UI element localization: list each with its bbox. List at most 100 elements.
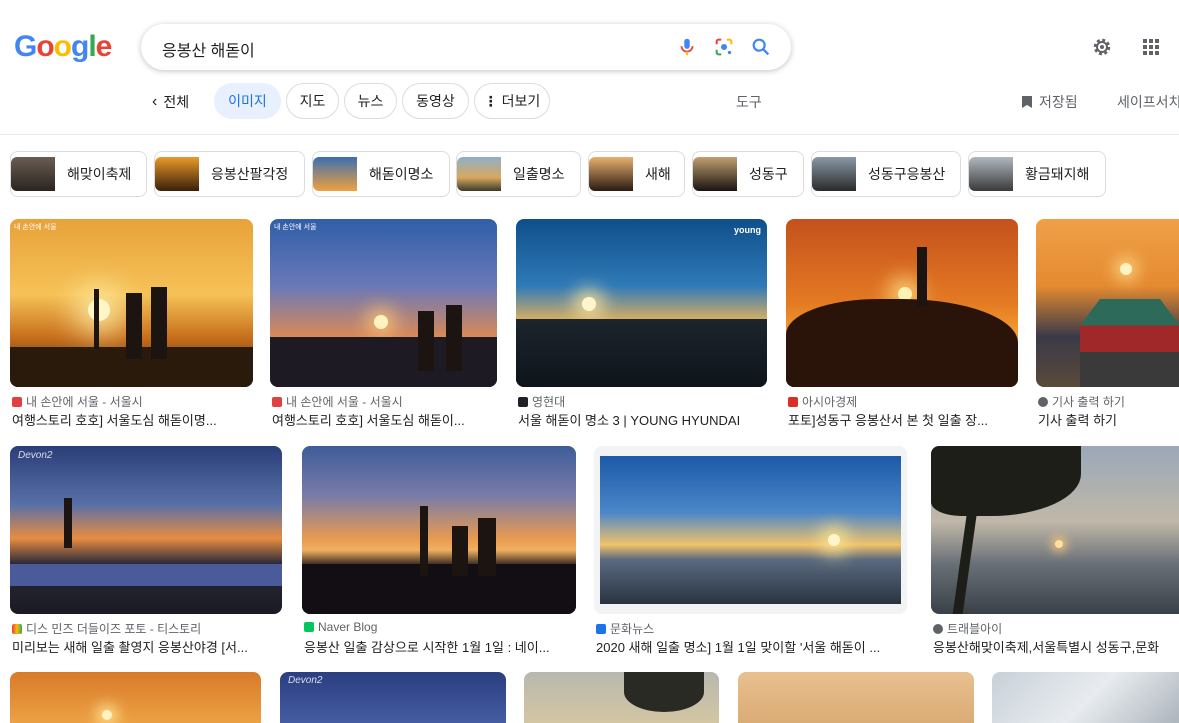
result-image[interactable]: 내 손안에 서울 xyxy=(270,219,497,387)
result-image[interactable]: Devon2 xyxy=(280,672,506,723)
result-image[interactable] xyxy=(10,672,261,723)
mic-icon[interactable] xyxy=(676,36,698,58)
site-favicon xyxy=(596,623,606,634)
image-result[interactable]: Naver Blog 응봉산 일출 감상으로 시작한 1월 1일 : 네이... xyxy=(302,446,576,656)
source-overlay: 내 손안에 서울 xyxy=(14,224,57,231)
image-result[interactable] xyxy=(10,672,261,723)
result-title[interactable]: 2020 새해 일출 명소] 1월 1일 맞이할 '서울 해돋이 ... xyxy=(596,637,909,656)
result-title[interactable]: 응봉산 일출 감상으로 시작한 1월 1일 : 네이... xyxy=(304,637,578,656)
result-title[interactable]: 응봉산해맞이축제,서울특별시 성동구,문화 xyxy=(933,637,1179,656)
related-thumbnail xyxy=(693,157,737,191)
image-result[interactable] xyxy=(992,672,1179,723)
result-source: 아시아경제 xyxy=(788,393,857,410)
tower-silhouette xyxy=(420,506,428,576)
image-result[interactable]: 트래블아이 응봉산해맞이축제,서울특별시 성동구,문화 xyxy=(931,446,1179,656)
tab-images[interactable]: 이미지 xyxy=(214,83,281,119)
image-result[interactable]: 문화뉴스 2020 새해 일출 명소] 1월 1일 맞이할 '서울 해돋이 ..… xyxy=(594,446,907,656)
related-chip[interactable]: 성동구 xyxy=(692,151,804,197)
search-icon[interactable] xyxy=(750,36,772,58)
related-chip[interactable]: 응봉산팔각정 xyxy=(154,151,305,197)
safesearch-button[interactable]: 세이프서치 xyxy=(1117,92,1179,112)
hill-silhouette xyxy=(786,299,1018,387)
related-chip[interactable]: 일출명소 xyxy=(456,151,581,197)
building-silhouette xyxy=(418,311,434,371)
result-image[interactable] xyxy=(786,219,1018,387)
result-image[interactable]: young xyxy=(516,219,767,387)
tools-button[interactable]: 도구 xyxy=(736,92,762,112)
tab-news[interactable]: 뉴스 xyxy=(344,83,397,119)
related-chip[interactable]: 해돋이명소 xyxy=(312,151,450,197)
result-title[interactable]: 미리보는 새해 일출 촬영지 응봉산야경 [서... xyxy=(12,637,284,656)
skyline-silhouette xyxy=(270,337,497,387)
tab-videos[interactable]: 동영상 xyxy=(402,83,469,119)
result-source: 디스 민즈 더들이즈 포토 - 티스토리 xyxy=(12,620,201,637)
result-title[interactable]: 여행스토리 호호] 서울도심 해돋이... xyxy=(272,410,499,429)
related-thumbnail xyxy=(589,157,633,191)
result-image[interactable] xyxy=(594,446,907,614)
tab-more[interactable]: ⋮ 더보기 xyxy=(474,83,550,119)
result-image[interactable]: 내 손안에 서울 xyxy=(10,219,253,387)
image-result[interactable] xyxy=(738,672,974,723)
building-silhouette xyxy=(452,526,468,576)
result-image[interactable] xyxy=(931,446,1179,614)
site-favicon xyxy=(933,623,943,634)
building-silhouette xyxy=(446,305,462,371)
result-image[interactable] xyxy=(738,672,974,723)
result-image[interactable] xyxy=(524,672,719,723)
saved-button[interactable]: 저장됨 xyxy=(1021,92,1078,112)
result-source: 트래블아이 xyxy=(933,620,1002,637)
result-title[interactable]: 기사 출력 하기 xyxy=(1038,410,1179,429)
result-title[interactable]: 여행스토리 호호] 서울도심 해돋이명... xyxy=(12,410,255,429)
site-favicon xyxy=(304,622,314,632)
back-to-all-link[interactable]: ‹ 전체 xyxy=(152,92,189,112)
related-chip[interactable]: 새해 xyxy=(588,151,685,197)
sun xyxy=(828,534,840,546)
river-bank xyxy=(516,319,767,387)
result-source: 내 손안에 서울 - 서울시 xyxy=(272,393,403,410)
search-box[interactable]: 응봉산 해돋이 xyxy=(141,24,791,70)
image-result[interactable]: 기사 출력 하기 기사 출력 하기 xyxy=(1036,219,1179,429)
image-result[interactable] xyxy=(524,672,719,723)
result-image[interactable]: Devon2 xyxy=(10,446,282,614)
devon-watermark: Devon2 xyxy=(288,675,323,686)
image-result[interactable]: 아시아경제 포토]성동구 응봉산서 본 첫 일출 장... xyxy=(786,219,1018,429)
related-thumbnail xyxy=(969,157,1013,191)
skyline-silhouette xyxy=(302,564,576,614)
result-title[interactable]: 서울 해돋이 명소 3 | YOUNG HYUNDAI xyxy=(518,410,769,429)
tree-silhouette xyxy=(624,672,704,712)
related-chip[interactable]: 해맞이축제 xyxy=(10,151,147,197)
apps-grid-icon[interactable] xyxy=(1139,35,1163,59)
building-silhouette xyxy=(64,498,72,548)
result-title[interactable]: 포토]성동구 응봉산서 본 첫 일출 장... xyxy=(788,410,1020,429)
sun xyxy=(374,315,388,329)
google-logo[interactable]: Google xyxy=(14,30,112,64)
more-vert-icon: ⋮ xyxy=(483,92,498,109)
search-tabs: ‹ 전체 이미지 지도 뉴스 동영상 ⋮ 더보기 도구 저장됨 세이프서치 xyxy=(0,83,1179,119)
tab-maps[interactable]: 지도 xyxy=(286,83,339,119)
result-image[interactable] xyxy=(1036,219,1179,387)
result-image[interactable] xyxy=(302,446,576,614)
image-result[interactable]: 내 손안에 서울 내 손안에 서울 - 서울시 여행스토리 호호] 서울도심 해… xyxy=(10,219,253,429)
related-chip[interactable]: 황금돼지해 xyxy=(968,151,1106,197)
lens-icon[interactable] xyxy=(713,36,735,58)
young-watermark: young xyxy=(734,225,761,235)
sun xyxy=(1120,263,1132,275)
river xyxy=(10,564,282,586)
tower-silhouette xyxy=(94,289,99,349)
gear-icon[interactable] xyxy=(1090,35,1114,59)
search-input[interactable]: 응봉산 해돋이 xyxy=(162,37,255,61)
related-chip[interactable]: 성동구응봉산 xyxy=(811,151,961,197)
site-favicon xyxy=(272,396,282,407)
devon-watermark: Devon2 xyxy=(18,450,53,461)
header: Google 응봉산 해돋이 ‹ 전체 이미지 지도 뉴스 동영상 ⋮ 더보기 … xyxy=(0,0,1179,135)
result-source: 영현대 xyxy=(518,393,565,410)
result-image[interactable] xyxy=(992,672,1179,723)
related-thumbnail xyxy=(313,157,357,191)
image-result[interactable]: young 영현대 서울 해돋이 명소 3 | YOUNG HYUNDAI xyxy=(516,219,767,429)
image-result[interactable]: Devon2 디스 민즈 더들이즈 포토 - 티스토리 미리보는 새해 일출 촬… xyxy=(10,446,282,656)
image-result[interactable]: 내 손안에 서울 내 손안에 서울 - 서울시 여행스토리 호호] 서울도심 해… xyxy=(270,219,497,429)
image-result[interactable]: Devon2 xyxy=(280,672,506,723)
bookmark-icon xyxy=(1022,96,1032,108)
building-silhouette xyxy=(478,518,496,576)
related-thumbnail xyxy=(11,157,55,191)
